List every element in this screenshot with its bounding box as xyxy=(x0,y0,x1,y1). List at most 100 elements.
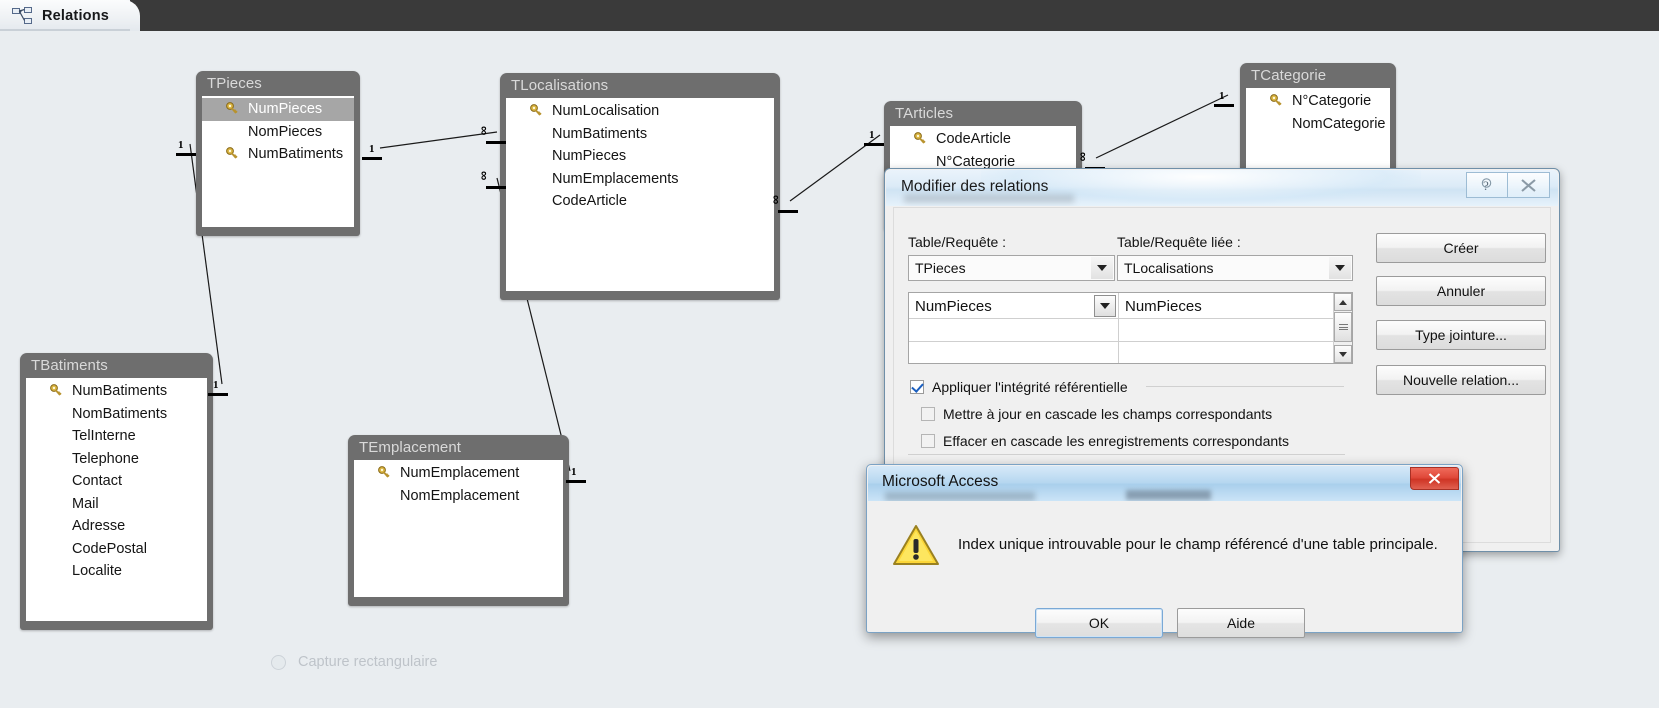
table-field-list: NumLocalisation NumBatiments NumPieces N… xyxy=(506,98,774,291)
field-label: NumPieces xyxy=(248,101,323,118)
field-row[interactable]: Localite xyxy=(26,560,207,583)
right-table-combo[interactable]: TLocalisations xyxy=(1117,255,1353,281)
messagebox-body: Index unique introuvable pour le champ r… xyxy=(868,501,1461,638)
field-row[interactable]: NomBatiments xyxy=(26,403,207,426)
field-row[interactable]: NumEmplacements xyxy=(506,168,774,191)
dialog-window-buttons: ? xyxy=(1466,172,1550,198)
checkbox-label: Mettre à jour en cascade les champs corr… xyxy=(943,406,1273,422)
field-row[interactable]: NumBatiments xyxy=(202,143,354,166)
field-label: NomPieces xyxy=(248,123,323,140)
left-table-combo[interactable]: TPieces xyxy=(908,255,1115,281)
scroll-up-icon[interactable] xyxy=(1334,293,1352,311)
ok-button[interactable]: OK xyxy=(1035,608,1163,638)
field-row[interactable]: CodeArticle xyxy=(506,190,774,213)
grid-field-dropdown-icon[interactable] xyxy=(1094,295,1116,317)
field-row[interactable]: NomEmplacement xyxy=(354,485,563,508)
field-label: Telephone xyxy=(72,450,139,467)
tab-strip: Relations xyxy=(0,0,1659,31)
help-icon[interactable]: ? xyxy=(1466,172,1508,198)
field-label: Contact xyxy=(72,473,122,490)
cardinality-label: 1 xyxy=(369,143,375,155)
key-slot-empty xyxy=(528,193,548,209)
new-relation-button[interactable]: Nouvelle relation... xyxy=(1376,365,1546,395)
cardinality-label: ∞ xyxy=(769,195,784,205)
chevron-down-icon[interactable] xyxy=(1091,257,1113,279)
key-slot-empty xyxy=(528,148,548,164)
join-type-button[interactable]: Type jointure... xyxy=(1376,320,1546,350)
grid-left-field[interactable]: NumPieces xyxy=(915,294,1095,318)
warning-icon xyxy=(892,523,940,567)
key-slot-empty xyxy=(48,541,68,557)
field-row[interactable]: NumPieces xyxy=(202,98,354,121)
field-row[interactable]: TelInterne xyxy=(26,425,207,448)
create-button[interactable]: Créer xyxy=(1376,233,1546,263)
cardinality-label: ∞ xyxy=(477,126,492,136)
table-box-templacement[interactable]: TEmplacement NumEmplacement NomEmplaceme… xyxy=(348,435,569,606)
field-row[interactable]: Mail xyxy=(26,493,207,516)
cardinality-label: 1 xyxy=(1219,90,1225,102)
checkbox-box[interactable] xyxy=(910,380,924,394)
table-title: TPieces xyxy=(207,75,262,92)
scroll-down-icon[interactable] xyxy=(1334,345,1352,363)
field-label: NumBatiments xyxy=(552,125,648,142)
field-label: NumEmplacements xyxy=(552,170,679,187)
field-row[interactable]: CodeArticle xyxy=(890,128,1076,151)
grid-column-divider xyxy=(1118,293,1119,363)
grid-scrollbar[interactable] xyxy=(1333,293,1352,363)
key-slot-empty xyxy=(48,496,68,512)
field-row[interactable]: NumEmplacement xyxy=(354,462,563,485)
field-row[interactable]: Telephone xyxy=(26,448,207,471)
checkbox-box[interactable] xyxy=(921,434,935,448)
table-title: TArticles xyxy=(895,105,954,122)
field-row[interactable]: Contact xyxy=(26,470,207,493)
key-slot-empty xyxy=(528,126,548,142)
cardinality-label: 1 xyxy=(213,379,219,391)
key-icon xyxy=(224,101,244,117)
checkbox-referential-integrity[interactable]: Appliquer l'intégrité référentielle xyxy=(910,379,1128,395)
field-row[interactable]: NumPieces xyxy=(506,145,774,168)
field-row[interactable]: NomCategorie xyxy=(1246,113,1390,136)
table-box-tlocalisations[interactable]: TLocalisations NumLocalisation NumBatime… xyxy=(500,73,780,300)
relations-window: Relations TPieces NumPieces NomPieces Nu… xyxy=(0,0,1659,708)
key-slot-empty xyxy=(224,124,244,140)
scrollbar-thumb[interactable] xyxy=(1334,312,1352,342)
checkbox-cascade-update[interactable]: Mettre à jour en cascade les champs corr… xyxy=(921,406,1272,422)
field-row[interactable]: NumBatiments xyxy=(506,123,774,146)
grid-row-divider xyxy=(909,341,1352,342)
tab-relations[interactable]: Relations xyxy=(0,0,140,31)
cardinality-bar xyxy=(362,157,382,160)
field-row[interactable]: Adresse xyxy=(26,515,207,538)
field-row[interactable]: N°Categorie xyxy=(1246,90,1390,113)
field-row[interactable]: NumLocalisation xyxy=(506,100,774,123)
table-box-tbatiments[interactable]: TBatiments NumBatiments NomBatiments Tel… xyxy=(20,353,213,630)
capture-rectangulaire-tool[interactable]: Capture rectangulaire xyxy=(265,648,513,676)
field-label: NumBatiments xyxy=(248,146,344,163)
field-label: CodeArticle xyxy=(936,131,1011,148)
close-icon[interactable] xyxy=(1410,467,1459,490)
close-icon[interactable] xyxy=(1508,172,1550,198)
titlebar-blurred-text-2 xyxy=(1126,490,1211,500)
table-box-tpieces[interactable]: TPieces NumPieces NomPieces NumBatiments xyxy=(196,71,360,236)
titlebar-blurred-text-1 xyxy=(885,492,1035,501)
field-row[interactable]: CodePostal xyxy=(26,538,207,561)
field-row[interactable]: NumBatiments xyxy=(26,380,207,403)
table-title: TCategorie xyxy=(1251,67,1327,84)
field-row[interactable]: NomPieces xyxy=(202,121,354,144)
field-mapping-grid[interactable]: NumPieces NumPieces xyxy=(908,292,1353,364)
table-title: TEmplacement xyxy=(359,439,462,456)
table-title: TLocalisations xyxy=(511,77,609,94)
checkbox-box[interactable] xyxy=(921,407,935,421)
help-button[interactable]: Aide xyxy=(1177,608,1305,638)
cardinality-label: 1 xyxy=(571,466,577,478)
cardinality-label: ∞ xyxy=(477,171,492,181)
table-field-list: NumBatiments NomBatiments TelInterne Tel… xyxy=(26,378,207,621)
field-label: TelInterne xyxy=(72,428,136,445)
grid-right-field[interactable]: NumPieces xyxy=(1125,294,1305,318)
cancel-button[interactable]: Annuler xyxy=(1376,276,1546,306)
access-message-dialog[interactable]: Microsoft Access Index unique introuvabl… xyxy=(866,464,1463,638)
field-label: CodePostal xyxy=(72,540,147,557)
chevron-down-icon[interactable] xyxy=(1329,257,1351,279)
key-icon xyxy=(376,465,396,481)
field-label: CodeArticle xyxy=(552,193,627,210)
checkbox-cascade-delete[interactable]: Effacer en cascade les enregistrements c… xyxy=(921,433,1289,449)
